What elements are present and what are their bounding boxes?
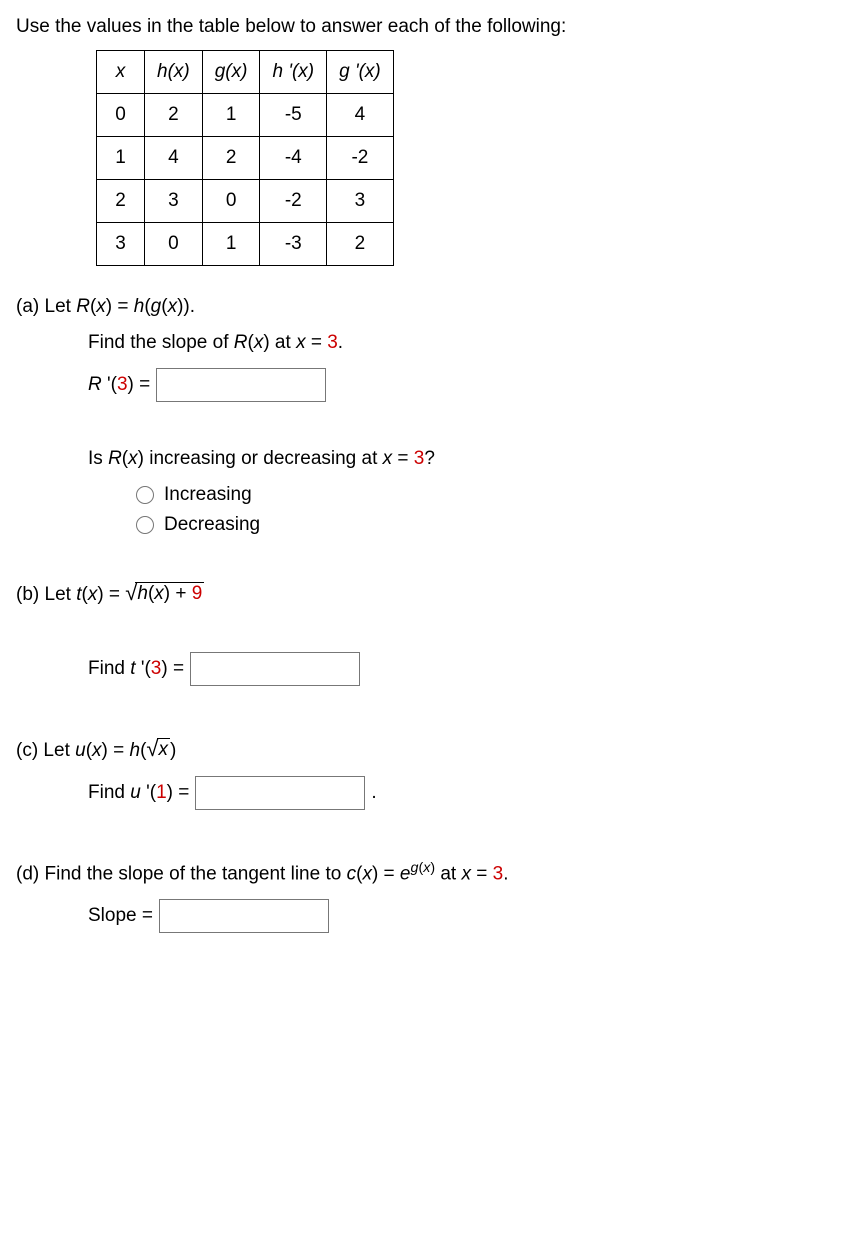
table-cell: 2 [97, 180, 145, 223]
slope-input[interactable] [159, 899, 329, 933]
radio-decreasing-label: Decreasing [164, 514, 260, 536]
th-gprime: g '(x) [327, 51, 394, 94]
part-a-incdec: Is R(x) increasing or decreasing at x = … [88, 448, 828, 470]
table-cell: -5 [260, 94, 327, 137]
period: . [371, 782, 376, 804]
prompt-text: Use the values in the table below to ans… [16, 16, 828, 38]
table-cell: 4 [327, 94, 394, 137]
part-b-answer-row: Find t '(3) = [88, 652, 828, 686]
table-cell: -2 [260, 180, 327, 223]
table-row: 021-54 [97, 94, 394, 137]
part-a-find: Find the slope of R(x) at x = 3. [88, 332, 828, 354]
part-a-label: (a) Let [16, 296, 76, 317]
table-cell: 1 [202, 94, 260, 137]
table-cell: 0 [202, 180, 260, 223]
table-header-row: x h(x) g(x) h '(x) g '(x) [97, 51, 394, 94]
table-cell: 4 [145, 137, 203, 180]
part-b-label: (b) Let [16, 584, 76, 605]
table-cell: 0 [145, 223, 203, 266]
table-cell: -3 [260, 223, 327, 266]
part-d-label: (d) Find the slope of the tangent line t… [16, 863, 347, 884]
part-c-label: (c) Let [16, 740, 75, 761]
data-table: x h(x) g(x) h '(x) g '(x) 021-54142-4-22… [96, 50, 394, 266]
part-d: (d) Find the slope of the tangent line t… [16, 860, 828, 885]
tprime3-input[interactable] [190, 652, 360, 686]
table-cell: 0 [97, 94, 145, 137]
th-hx: h(x) [145, 51, 203, 94]
part-b: (b) Let t(x) = √ h(x) + 9 [16, 580, 828, 606]
table-cell: 3 [327, 180, 394, 223]
table-cell: -4 [260, 137, 327, 180]
table-cell: 3 [145, 180, 203, 223]
part-a-answer-row: R '(3) = [88, 368, 828, 402]
table-row: 301-32 [97, 223, 394, 266]
th-gx: g(x) [202, 51, 260, 94]
part-d-answer-row: Slope = [88, 899, 828, 933]
part-c: (c) Let u(x) = h(√x) [16, 736, 828, 762]
table-cell: 2 [202, 137, 260, 180]
part-c-answer-row: Find u '(1) = . [88, 776, 828, 810]
part-a: (a) Let R(x) = h(g(x)). [16, 296, 828, 318]
radio-increasing-label: Increasing [164, 484, 252, 506]
table-cell: 3 [97, 223, 145, 266]
table-cell: 1 [97, 137, 145, 180]
rprime3-input[interactable] [156, 368, 326, 402]
table-cell: 2 [145, 94, 203, 137]
table-row: 142-4-2 [97, 137, 394, 180]
table-cell: 1 [202, 223, 260, 266]
table-row: 230-23 [97, 180, 394, 223]
radio-decreasing-row: Decreasing [136, 514, 828, 536]
table-cell: -2 [327, 137, 394, 180]
uprime1-input[interactable] [195, 776, 365, 810]
radio-increasing-row: Increasing [136, 484, 828, 506]
radio-increasing[interactable] [136, 486, 154, 504]
radio-decreasing[interactable] [136, 516, 154, 534]
th-hprime: h '(x) [260, 51, 327, 94]
th-x: x [97, 51, 145, 94]
table-cell: 2 [327, 223, 394, 266]
